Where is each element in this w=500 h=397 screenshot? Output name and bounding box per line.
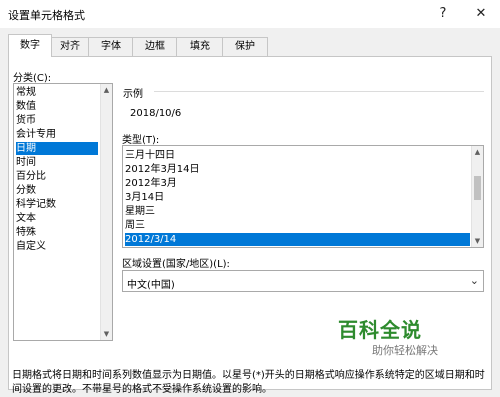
tab-border[interactable]: 边框	[132, 37, 178, 56]
scroll-down-icon[interactable]: ▼	[101, 328, 112, 340]
category-item[interactable]: 科学记数	[16, 198, 56, 211]
category-item[interactable]: 数值	[16, 100, 36, 113]
tab-protection[interactable]: 保护	[222, 37, 268, 56]
type-listbox[interactable]: 三月十四日 2012年3月14日 2012年3月 3月14日 星期三 周三 20…	[122, 145, 484, 248]
category-scrollbar[interactable]: ▲ ▼	[100, 84, 112, 340]
category-item[interactable]: 百分比	[16, 170, 46, 183]
tab-fill[interactable]: 填充	[176, 37, 224, 56]
watermark-subtitle: 助你轻松解决	[372, 344, 438, 357]
tab-number[interactable]: 数字	[8, 34, 52, 57]
watermark-logo: 百科全说	[338, 318, 422, 342]
category-item-selected[interactable]: 日期	[16, 142, 98, 155]
category-item[interactable]: 分数	[16, 184, 36, 197]
category-listbox[interactable]: 常规 数值 货币 会计专用 日期 时间 百分比 分数 科学记数 文本 特殊 自定…	[13, 83, 113, 341]
type-item[interactable]: 星期三	[125, 205, 155, 218]
help-button[interactable]: ?	[432, 4, 454, 24]
category-item[interactable]: 自定义	[16, 240, 46, 253]
sample-value: 2018/10/6	[130, 108, 182, 119]
tab-alignment[interactable]: 对齐	[50, 37, 90, 56]
scroll-down-icon[interactable]: ▼	[472, 235, 483, 247]
category-item[interactable]: 货币	[16, 114, 36, 127]
category-item[interactable]: 时间	[16, 156, 36, 169]
category-item[interactable]: 常规	[16, 86, 36, 99]
dialog-title: 设置单元格格式	[8, 9, 85, 22]
sample-label: 示例	[123, 89, 143, 100]
type-scrollbar[interactable]: ▲ ▼	[471, 146, 483, 247]
locale-label: 区域设置(国家/地区)(L):	[122, 259, 230, 270]
scroll-up-icon[interactable]: ▲	[472, 146, 483, 158]
type-item[interactable]: 2012年3月	[125, 177, 177, 190]
scroll-thumb[interactable]	[474, 176, 481, 200]
type-item[interactable]: 周三	[125, 219, 145, 232]
close-icon[interactable]: ✕	[470, 4, 492, 24]
category-item[interactable]: 会计专用	[16, 128, 56, 141]
type-item[interactable]: 2012年3月14日	[125, 163, 200, 176]
format-description: 日期格式将日期和时间系列数值显示为日期值。以星号(*)开头的日期格式响应操作系统…	[12, 369, 496, 397]
category-item[interactable]: 文本	[16, 212, 36, 225]
chevron-down-icon[interactable]: ⌄	[470, 274, 479, 287]
category-item[interactable]: 特殊	[16, 226, 36, 239]
sample-group-line	[154, 91, 484, 92]
description-line-1: 日期格式将日期和时间系列数值显示为日期值。以星号(*)开头的日期格式响应操作系统…	[12, 370, 485, 381]
locale-value: 中文(中国)	[127, 280, 175, 291]
type-item-selected[interactable]: 2012/3/14	[125, 233, 470, 246]
type-item[interactable]: 3月14日	[125, 191, 164, 204]
type-item[interactable]: 三月十四日	[125, 149, 175, 162]
locale-select[interactable]: 中文(中国) ⌄	[122, 270, 484, 292]
tab-font[interactable]: 字体	[88, 37, 134, 56]
type-label: 类型(T):	[122, 135, 160, 146]
category-label: 分类(C):	[13, 73, 52, 84]
description-line-2: 间设置的更改。不带星号的格式不受操作系统设置的影响。	[12, 384, 272, 395]
scroll-up-icon[interactable]: ▲	[101, 84, 112, 96]
